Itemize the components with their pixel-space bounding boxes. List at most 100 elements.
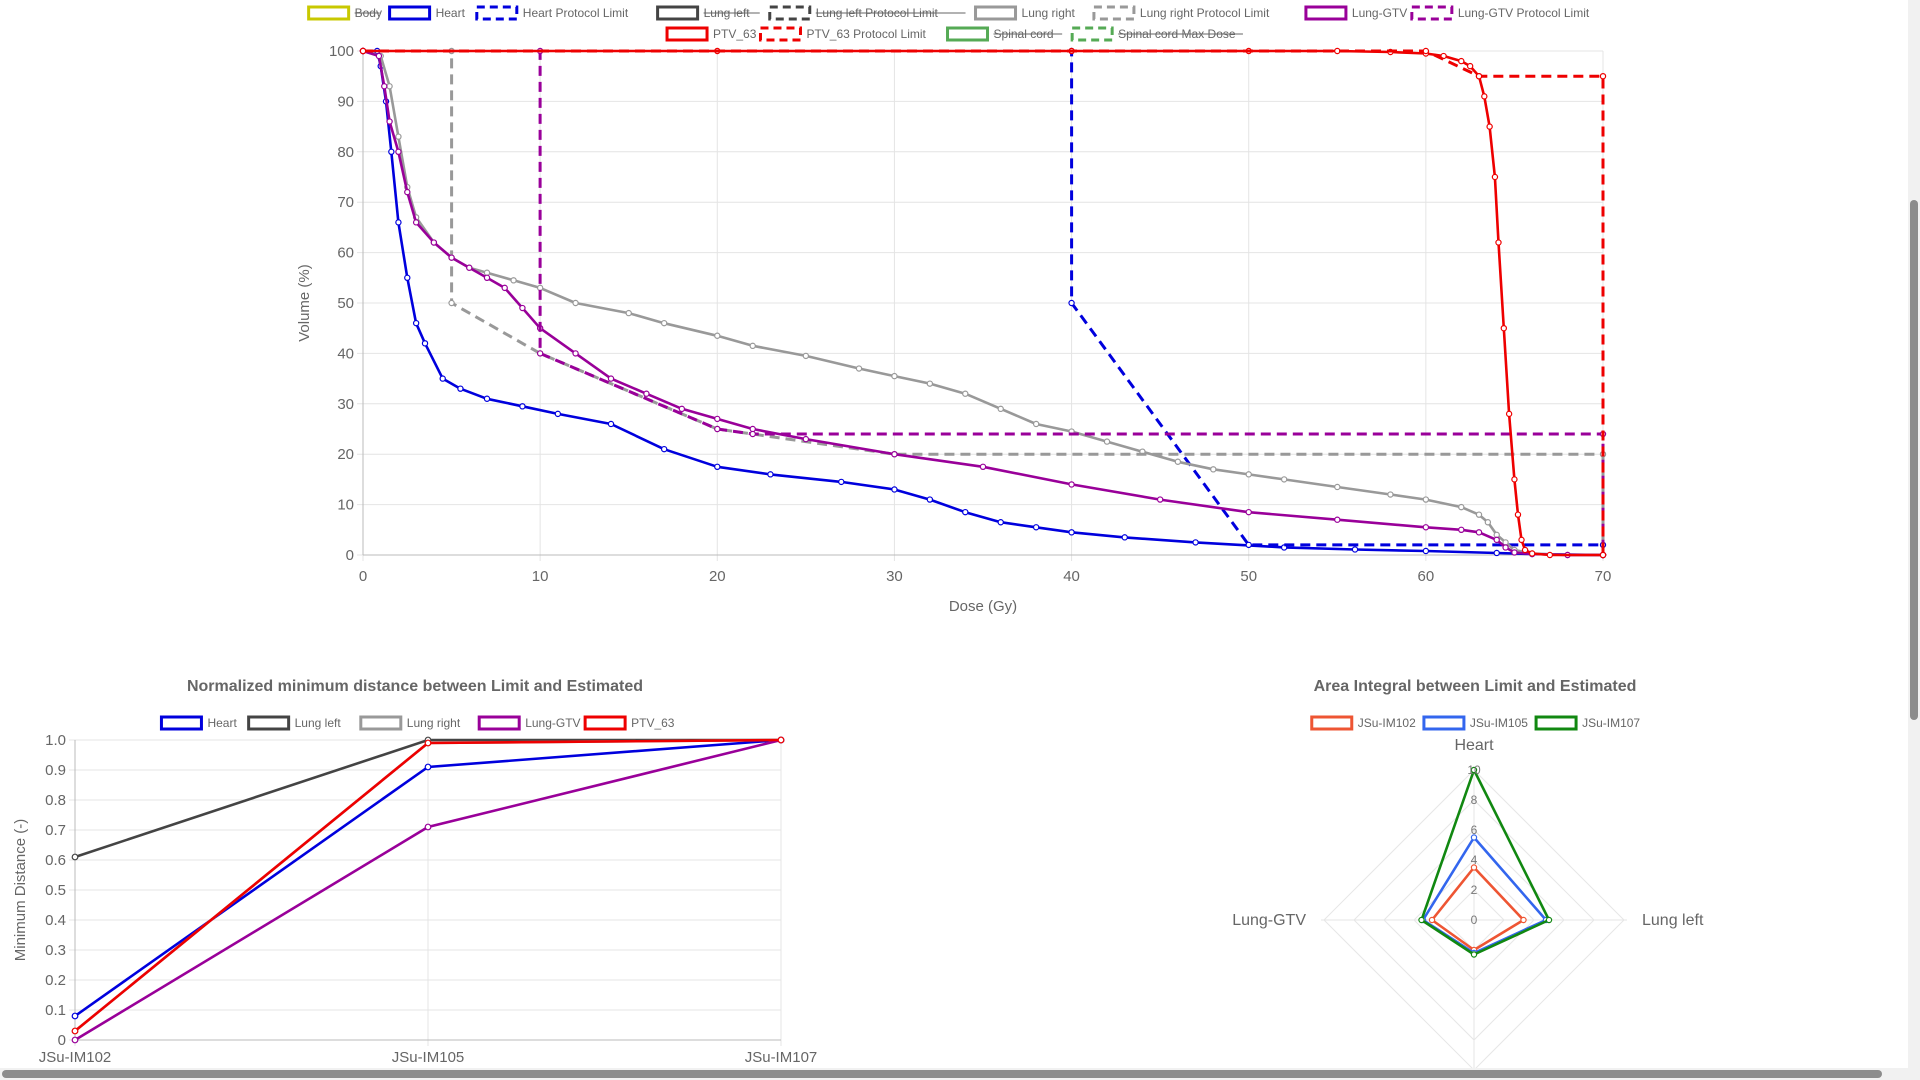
data-point xyxy=(1245,471,1252,478)
y-tick-label: 30 xyxy=(337,396,354,413)
legend-swatch[interactable] xyxy=(768,5,812,21)
data-point xyxy=(777,736,785,744)
data-point xyxy=(1418,916,1425,924)
legend-item-lung-right[interactable]: Lung right xyxy=(359,715,461,731)
legend-item-lung-right-protocol-limit[interactable]: Lung right Protocol Limit xyxy=(1092,5,1270,21)
legend-item-lung-left[interactable]: Lung left xyxy=(247,715,342,731)
legend-label: PTV_63 xyxy=(713,27,757,41)
data-point xyxy=(1502,544,1509,551)
vertical-scrollbar-thumb[interactable] xyxy=(1910,200,1918,720)
x-tick-label: JSu-IM107 xyxy=(745,1049,818,1066)
y-tick-label: 0.3 xyxy=(45,942,66,959)
data-point xyxy=(1032,420,1040,428)
legend-label: Lung-GTV xyxy=(525,716,580,730)
data-point xyxy=(501,284,508,292)
data-point xyxy=(1068,529,1075,536)
legend-item-jsu-im102[interactable]: JSu-IM102 xyxy=(1310,715,1416,731)
data-point xyxy=(1280,476,1288,483)
legend-swatch[interactable] xyxy=(656,5,700,21)
legend-label: Heart Protocol Limit xyxy=(523,6,629,20)
data-point xyxy=(1545,916,1553,924)
data-point xyxy=(855,365,863,372)
legend-swatch[interactable] xyxy=(1310,715,1354,731)
legend-label: JSu-IM107 xyxy=(1582,716,1640,730)
data-point xyxy=(1351,546,1359,553)
legend-item-lung-gtv[interactable]: Lung-GTV xyxy=(1304,5,1407,21)
data-point xyxy=(714,415,721,423)
data-point xyxy=(71,1036,79,1044)
legend-item-spinal-cord[interactable]: Spinal cord xyxy=(946,26,1063,42)
legend-swatch[interactable] xyxy=(974,5,1018,21)
data-point xyxy=(997,405,1004,413)
legend-item-heart[interactable]: Heart xyxy=(388,5,466,21)
horizontal-scrollbar[interactable] xyxy=(0,1068,1908,1080)
legend-label: Lung-GTV Protocol Limit xyxy=(1458,6,1590,20)
data-point xyxy=(1422,547,1430,555)
horizontal-scrollbar-thumb[interactable] xyxy=(2,1070,1882,1078)
legend-swatch[interactable] xyxy=(475,5,519,21)
legend-swatch[interactable] xyxy=(1422,715,1466,731)
legend-swatch[interactable] xyxy=(359,715,403,731)
x-tick-label: 70 xyxy=(1595,568,1612,585)
legend-item-body[interactable]: Body xyxy=(307,5,382,21)
data-point xyxy=(838,478,845,486)
data-point xyxy=(1484,519,1492,526)
y-tick-label: 0.9 xyxy=(45,762,66,779)
legend-item-lung-gtv-protocol-limit[interactable]: Lung-GTV Protocol Limit xyxy=(1410,5,1590,21)
legend-swatch[interactable] xyxy=(1092,5,1136,21)
data-point xyxy=(412,219,420,226)
data-point xyxy=(466,264,473,271)
data-point xyxy=(962,508,969,516)
legend-item-heart[interactable]: Heart xyxy=(159,715,237,731)
data-point xyxy=(395,219,402,226)
data-point xyxy=(1068,299,1075,307)
legend-item-spinal-cord-max-dose[interactable]: Spinal cord Max Dose xyxy=(1070,26,1243,42)
data-point xyxy=(1334,516,1341,523)
legend-swatch[interactable] xyxy=(1070,26,1114,42)
y-tick-label: 80 xyxy=(337,144,354,161)
data-point xyxy=(714,425,721,433)
series-jsu-im102 xyxy=(1428,864,1527,954)
dvh-legend[interactable]: Body Heart Heart Protocol Limit Lung left Lu… xyxy=(307,5,1590,42)
legend-swatch[interactable] xyxy=(665,26,709,42)
y-tick-label: 50 xyxy=(337,295,354,312)
legend-swatch[interactable] xyxy=(1410,5,1454,21)
legend-item-jsu-im107[interactable]: JSu-IM107 xyxy=(1534,715,1640,731)
legend-item-ptv-63[interactable]: PTV_63 xyxy=(665,26,757,42)
y-tick-label: 0.5 xyxy=(45,882,66,899)
legend-swatch[interactable] xyxy=(946,26,990,42)
data-point xyxy=(1493,536,1500,544)
data-point xyxy=(71,1012,79,1020)
data-point xyxy=(395,148,402,155)
data-point xyxy=(1428,916,1436,924)
distance-legend[interactable]: Heart Lung left Lung right Lung-GTV PTV_63 xyxy=(159,715,675,731)
legend-swatch[interactable] xyxy=(388,5,432,21)
legend-item-lung-left[interactable]: Lung left xyxy=(656,5,760,21)
legend-item-jsu-im105[interactable]: JSu-IM105 xyxy=(1422,715,1528,731)
data-point xyxy=(660,319,668,327)
data-point xyxy=(891,451,898,458)
legend-swatch[interactable] xyxy=(159,715,203,731)
chart-canvas: Body Heart Heart Protocol Limit Lung left Lu… xyxy=(12,5,1704,1068)
legend-swatch[interactable] xyxy=(758,26,802,42)
legend-item-heart-protocol-limit[interactable]: Heart Protocol Limit xyxy=(475,5,629,21)
legend-swatch[interactable] xyxy=(583,715,627,731)
legend-swatch[interactable] xyxy=(1534,715,1578,731)
data-point xyxy=(519,403,526,410)
legend-item-lung-right[interactable]: Lung right xyxy=(974,5,1076,21)
legend-item-lung-gtv[interactable]: Lung-GTV xyxy=(477,715,581,731)
legend-swatch[interactable] xyxy=(477,715,521,731)
series-jsu-im107 xyxy=(1418,766,1553,958)
radar-legend[interactable]: JSu-IM102 JSu-IM105 JSu-IM107 xyxy=(1310,715,1641,731)
legend-swatch[interactable] xyxy=(1304,5,1348,21)
legend-item-lung-left-protocol-limit[interactable]: Lung left Protocol Limit xyxy=(768,5,966,21)
x-tick-label: 0 xyxy=(359,568,367,585)
legend-item-ptv-63-protocol-limit[interactable]: PTV_63 Protocol Limit xyxy=(758,26,927,42)
legend-label: PTV_63 xyxy=(631,716,675,730)
distance-chart: 0 0.1 0.2 0.3 0.4 0.5 0.6 0.7 0.8 0.9 1.0 JSu-IM102… xyxy=(12,732,817,1066)
legend-item-ptv-63[interactable]: PTV_63 xyxy=(583,715,675,731)
legend-swatch[interactable] xyxy=(247,715,291,731)
legend-swatch[interactable] xyxy=(307,5,351,21)
vertical-scrollbar[interactable] xyxy=(1908,0,1920,1080)
data-point xyxy=(678,405,686,413)
